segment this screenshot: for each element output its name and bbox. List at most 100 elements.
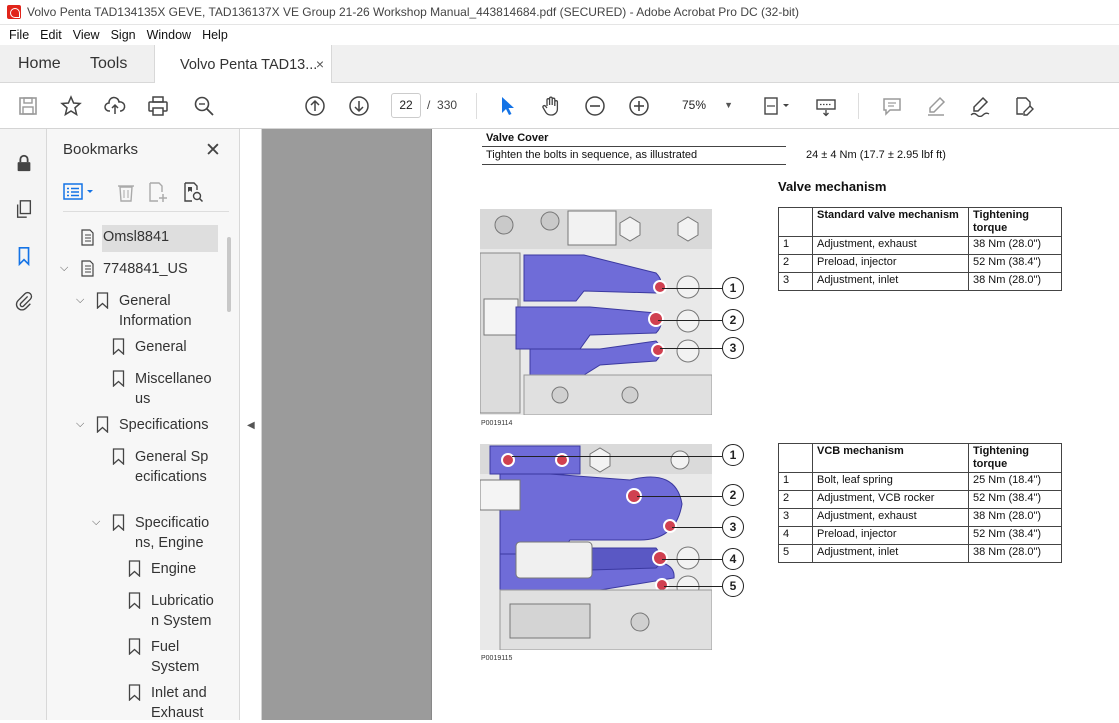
callout-marker: 3 [722,516,744,538]
new-bookmark-icon[interactable] [147,181,169,203]
close-icon[interactable]: ✕ [205,139,221,162]
page-thumbnails-icon[interactable] [12,197,36,221]
figure-label: P0019115 [481,655,513,662]
table-row: 3 Adjustment, exhaust 38 Nm (28.0") [778,508,1062,527]
table-cell: 52 Nm (38.4") [968,526,1062,545]
find-bookmark-icon[interactable] [182,181,204,203]
hand-tool-icon[interactable] [537,92,565,120]
chevron-down-icon[interactable]: ⌵ [76,418,84,431]
table-cell: 3 [778,272,813,291]
left-rail [0,129,47,720]
delete-bookmark-icon[interactable] [115,181,137,203]
page-total: / 330 [427,98,457,112]
table-cell: Bolt, leaf spring [812,472,969,491]
bookmark-icon [128,560,141,578]
tab-document[interactable]: Volvo Penta TAD13... × [154,45,332,84]
table-cell: Adjustment, exhaust [812,508,969,527]
attachment-icon[interactable] [12,289,36,313]
bookmark-item[interactable]: General [135,337,187,357]
zoom-out-icon[interactable] [581,92,609,120]
bookmark-item[interactable]: Omsl8841 [103,227,169,247]
table-cell: 52 Nm (38.4") [968,490,1062,509]
table-header: VCB mechanism [812,443,969,473]
callout-leader [664,586,722,588]
tab-tools[interactable]: Tools [90,45,127,83]
figure-label: P0019114 [481,420,513,427]
fill-sign-icon[interactable] [1010,92,1038,120]
highlight-pen-icon[interactable] [922,92,950,120]
tab-bar: Home Tools Volvo Penta TAD13... × [0,45,1119,84]
callout-marker: 2 [722,309,744,331]
document-tree-icon [81,229,94,246]
chevron-down-icon[interactable]: ⌵ [76,294,84,307]
bookmarks-scrollbar[interactable] [227,237,231,312]
table-row: 4 Preload, injector 52 Nm (38.4") [778,526,1062,545]
toolbar-divider [858,93,859,119]
zoom-in-icon[interactable] [625,92,653,120]
bookmark-icon [112,370,125,388]
sign-pen-icon[interactable] [966,92,994,120]
tab-home[interactable]: Home [18,45,61,83]
table-row: 3 Adjustment, inlet 38 Nm (28.0") [778,272,1062,291]
window-title: Volvo Penta TAD134135X GEVE, TAD136137X … [27,5,799,19]
comment-icon[interactable] [878,92,906,120]
toolbar-divider [476,93,477,119]
bookmark-item[interactable]: Engine [151,559,196,579]
menu-file[interactable]: File [9,28,29,42]
chevron-down-icon[interactable]: ⌵ [92,516,100,529]
menu-view[interactable]: View [73,28,100,42]
table-cell: 25 Nm (18.4") [968,472,1062,491]
select-cursor-icon[interactable] [493,92,521,120]
document-tree-icon [81,260,94,277]
bookmark-item[interactable]: Miscellaneous [135,369,217,409]
panel-collapse-handle[interactable]: ◀ [240,129,262,720]
pdf-page: Valve Cover Tighten the bolts in sequenc… [431,129,1119,720]
bookmark-item[interactable]: Specifications, Engine [135,513,215,553]
table-cell: 5 [778,544,813,563]
lock-icon[interactable] [12,151,36,175]
print-icon[interactable] [144,92,172,120]
menu-help[interactable]: Help [202,28,228,42]
bookmark-icon [128,638,141,656]
page-number-input[interactable]: 22 [391,93,421,118]
table-row: 5 Adjustment, inlet 38 Nm (28.0") [778,544,1062,563]
bookmark-options-icon[interactable] [63,181,99,203]
zoom-search-icon[interactable] [190,92,218,120]
bookmark-item[interactable]: Fuel System [151,637,211,677]
table-row: 1 Adjustment, exhaust 38 Nm (28.0") [778,236,1062,255]
bookmark-item[interactable]: General Information [119,291,207,331]
bookmark-item[interactable]: Lubrication System [151,591,219,631]
callout-leader [658,320,722,322]
table-cell: Preload, injector [812,254,969,273]
chevron-down-icon[interactable]: ⌵ [60,262,68,275]
bookmarks-panel: Bookmarks ✕ Omsl8841 ⌵ 7748841_US ⌵ Gene… [47,129,240,723]
bookmark-icon[interactable] [12,244,36,268]
callout-marker: 1 [722,444,744,466]
valve-cover-text: Tighten the bolts in sequence, as illust… [486,149,698,161]
bookmark-item[interactable]: General Specifications [135,447,215,487]
bookmark-item[interactable]: Specifications [119,415,208,435]
next-page-icon[interactable] [345,92,373,120]
valve-cover-torque: 24 ± 4 Nm (17.7 ± 2.95 lbf ft) [806,149,946,161]
star-icon[interactable] [57,92,85,120]
bookmark-icon [96,416,109,434]
callout-leader [637,496,722,498]
callout-marker: 5 [722,575,744,597]
bookmark-item[interactable]: Inlet and Exhaust [151,683,221,723]
table-cell: 38 Nm (28.0") [968,508,1062,527]
keyboard-icon[interactable] [812,92,840,120]
page-fit-icon[interactable] [758,92,794,120]
save-icon[interactable] [14,92,42,120]
callout-marker: 1 [722,277,744,299]
menu-sign[interactable]: Sign [111,28,136,42]
table-cell: 4 [778,526,813,545]
upload-cloud-icon[interactable] [101,92,129,120]
bookmark-icon [112,514,125,532]
menu-window[interactable]: Window [147,28,191,42]
previous-page-icon[interactable] [301,92,329,120]
close-tab-icon[interactable]: × [316,56,324,72]
zoom-level-select[interactable]: 75% ▼ [670,93,740,118]
menu-edit[interactable]: Edit [40,28,62,42]
callout-leader [662,288,722,290]
bookmark-item[interactable]: 7748841_US [103,259,188,279]
